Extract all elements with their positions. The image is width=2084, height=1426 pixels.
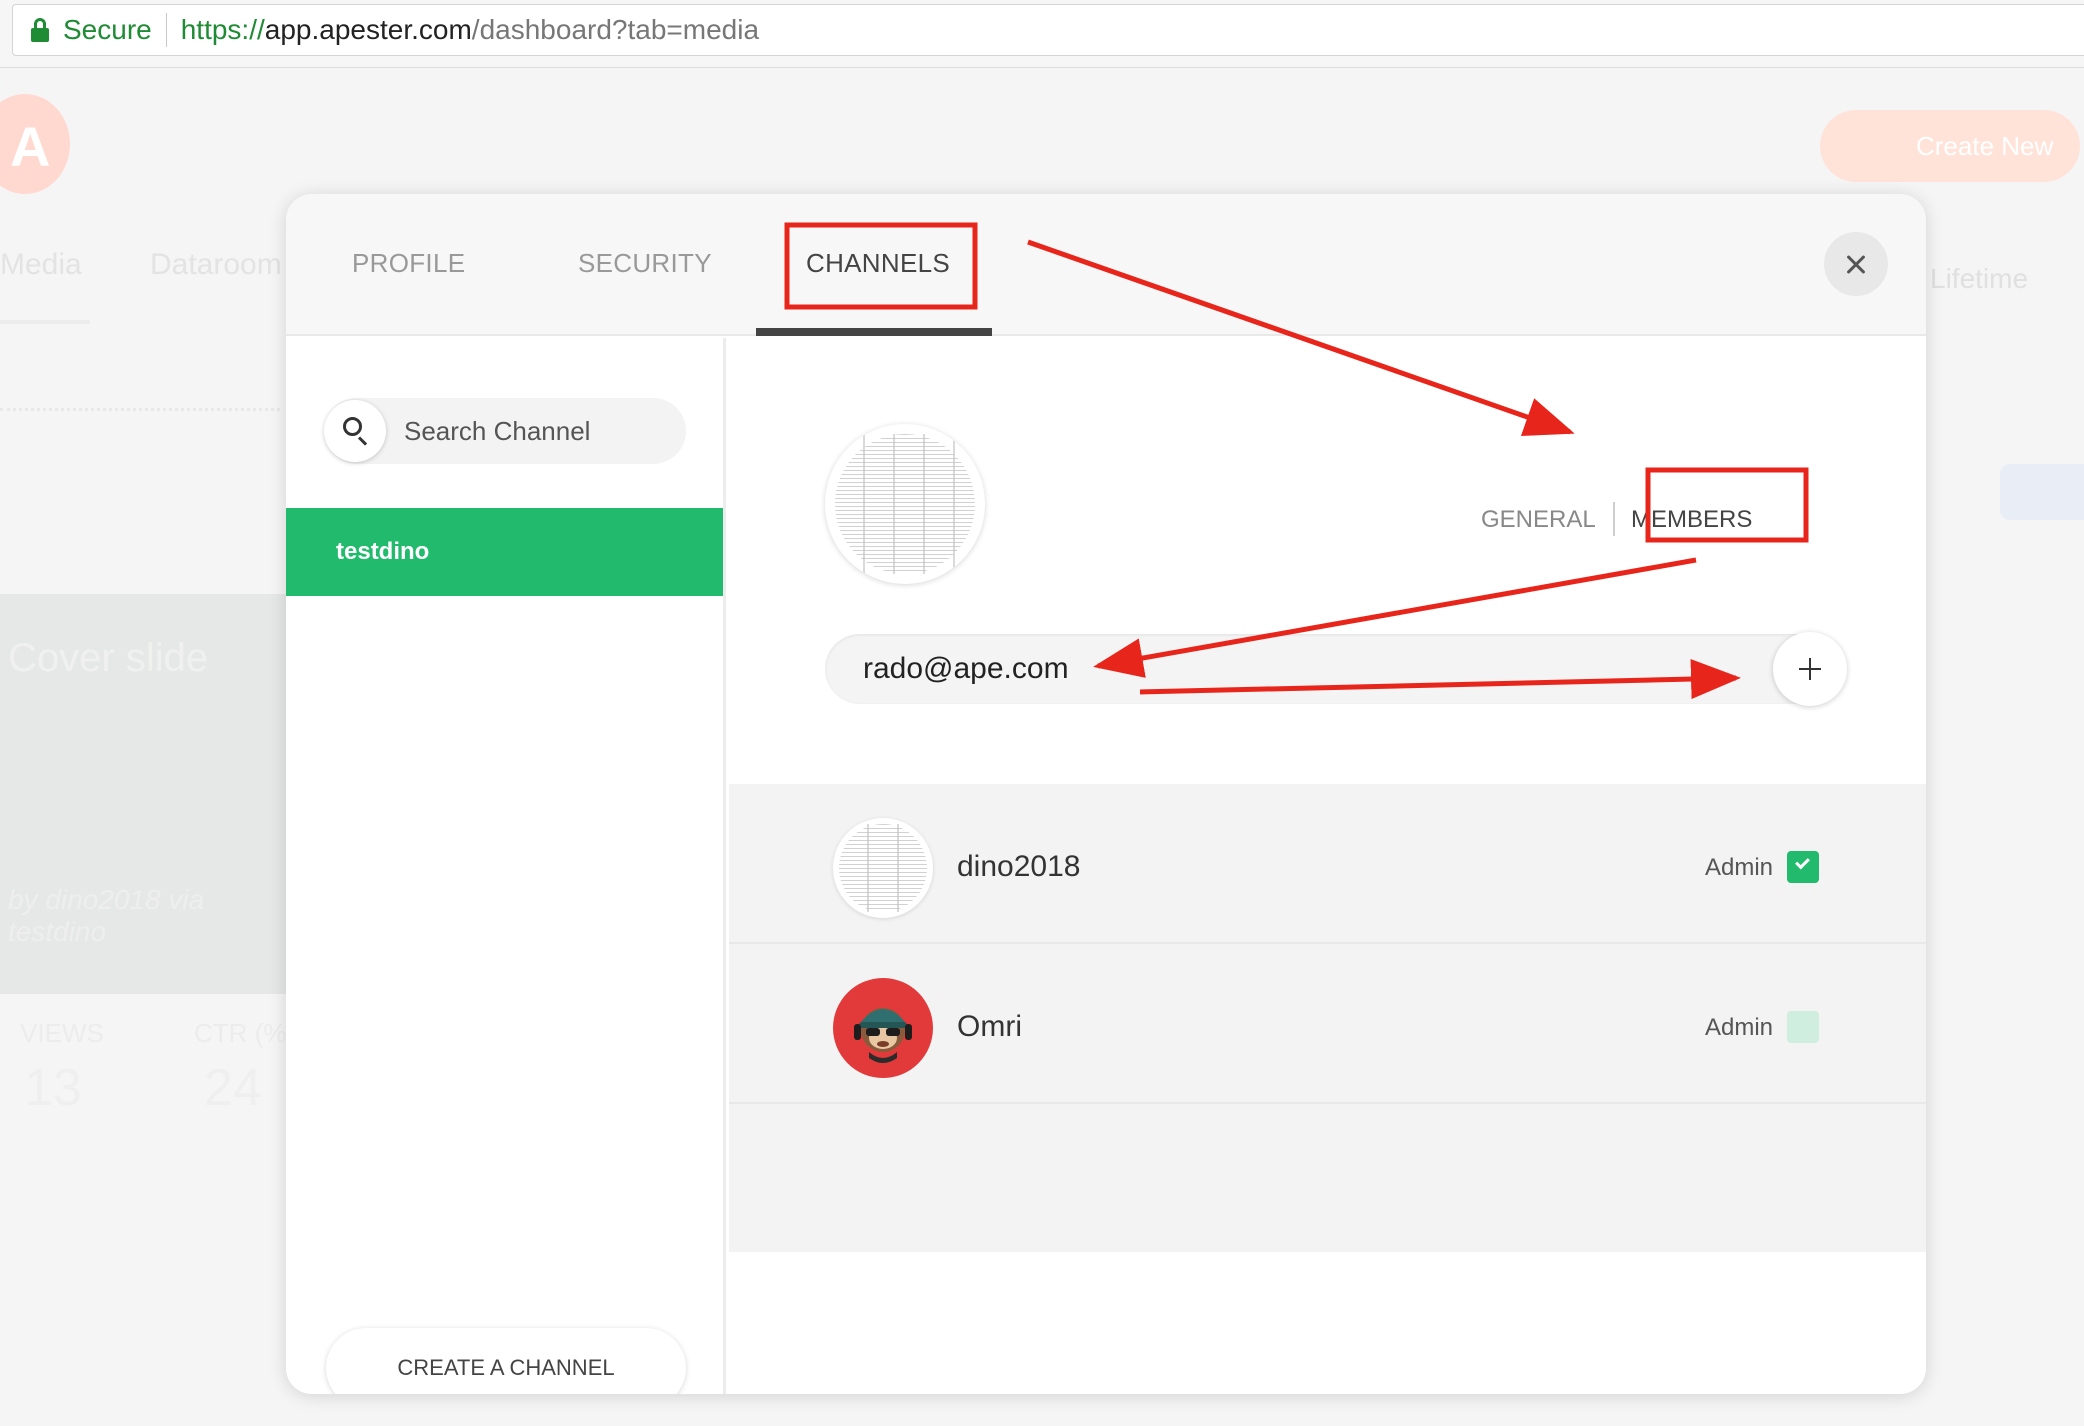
member-email-input[interactable] bbox=[863, 634, 1743, 704]
bg-stat-label: CTR (%) bbox=[194, 1018, 296, 1048]
channel-sidebar: testdino CREATE A CHANNEL bbox=[286, 338, 726, 1394]
admin-checkbox[interactable] bbox=[1787, 1011, 1819, 1043]
bg-card-title: Cover slide bbox=[8, 636, 209, 680]
bg-card-byline: by dino2018 via testdino bbox=[8, 884, 205, 947]
url-host: app.apester.com bbox=[264, 14, 472, 45]
url-text[interactable]: https://app.apester.com/dashboard?tab=me… bbox=[181, 14, 759, 46]
subtab-divider bbox=[1613, 502, 1615, 536]
channel-avatar[interactable] bbox=[825, 424, 985, 584]
member-row: Omri Admin bbox=[729, 944, 1926, 1104]
url-scheme: https:// bbox=[180, 14, 265, 45]
url-divider bbox=[165, 13, 167, 47]
member-row: dino2018 Admin bbox=[729, 784, 1926, 944]
plus-icon[interactable] bbox=[1773, 632, 1847, 706]
browser-address-bar: Secure https://app.apester.com/dashboard… bbox=[0, 0, 2084, 68]
close-icon[interactable] bbox=[1824, 232, 1888, 296]
subtab-members[interactable]: MEMBERS bbox=[1631, 506, 1752, 534]
check-icon bbox=[1795, 854, 1810, 870]
bg-divider bbox=[0, 408, 280, 412]
url-field[interactable]: Secure https://app.apester.com/dashboard… bbox=[12, 4, 2084, 56]
avatar bbox=[833, 978, 933, 1078]
bg-tab-underline bbox=[0, 320, 90, 324]
url-path: /dashboard?tab=media bbox=[471, 14, 760, 45]
bg-media-card: Cover slide by dino2018 via testdino bbox=[0, 594, 290, 994]
member-role-label: Admin bbox=[1705, 854, 1774, 881]
active-tab-indicator bbox=[756, 328, 992, 336]
subtab-general[interactable]: GENERAL bbox=[1481, 506, 1596, 534]
secure-label: Secure bbox=[63, 14, 152, 45]
admin-checkbox[interactable] bbox=[1787, 851, 1819, 883]
lock-icon bbox=[31, 18, 49, 42]
add-member-field[interactable] bbox=[825, 634, 1845, 704]
bg-stat-value: 13 bbox=[24, 1059, 82, 1117]
bg-tab-media: Media bbox=[0, 248, 82, 281]
tab-profile[interactable]: PROFILE bbox=[352, 248, 465, 279]
bg-stat-label: VIEWS bbox=[20, 1018, 104, 1048]
app-logo: A bbox=[0, 94, 70, 194]
channel-details: GENERAL MEMBERS dino2018 Admin bbox=[729, 338, 1926, 1394]
bg-tab-dataroom: Dataroom bbox=[150, 248, 282, 281]
document-thumbnail-icon bbox=[835, 434, 975, 574]
tab-channels[interactable]: CHANNELS bbox=[806, 248, 950, 279]
members-list: dino2018 Admin Omri Admin bbox=[729, 784, 1926, 1252]
modal-header: PROFILE SECURITY CHANNELS bbox=[286, 194, 1926, 336]
document-thumbnail-icon bbox=[839, 824, 927, 912]
settings-modal: PROFILE SECURITY CHANNELS testdino CREAT… bbox=[286, 194, 1926, 1394]
create-new-button: Create New bbox=[1820, 110, 2080, 182]
create-channel-button[interactable]: CREATE A CHANNEL bbox=[326, 1328, 686, 1394]
monkey-avatar-icon bbox=[854, 1008, 912, 1063]
search-icon[interactable] bbox=[324, 400, 386, 462]
bg-pill bbox=[2000, 464, 2084, 520]
bg-lifetime-label: Lifetime bbox=[1930, 263, 2029, 294]
member-name: dino2018 bbox=[957, 850, 1081, 883]
channel-item-testdino[interactable]: testdino bbox=[286, 508, 723, 596]
member-role-label: Admin bbox=[1705, 1014, 1774, 1041]
search-input[interactable] bbox=[404, 398, 674, 464]
channel-search[interactable] bbox=[324, 398, 686, 464]
avatar bbox=[833, 818, 933, 918]
bg-stat-value: 24 bbox=[204, 1059, 262, 1117]
member-name: Omri bbox=[957, 1010, 1022, 1043]
tab-security[interactable]: SECURITY bbox=[578, 248, 712, 279]
